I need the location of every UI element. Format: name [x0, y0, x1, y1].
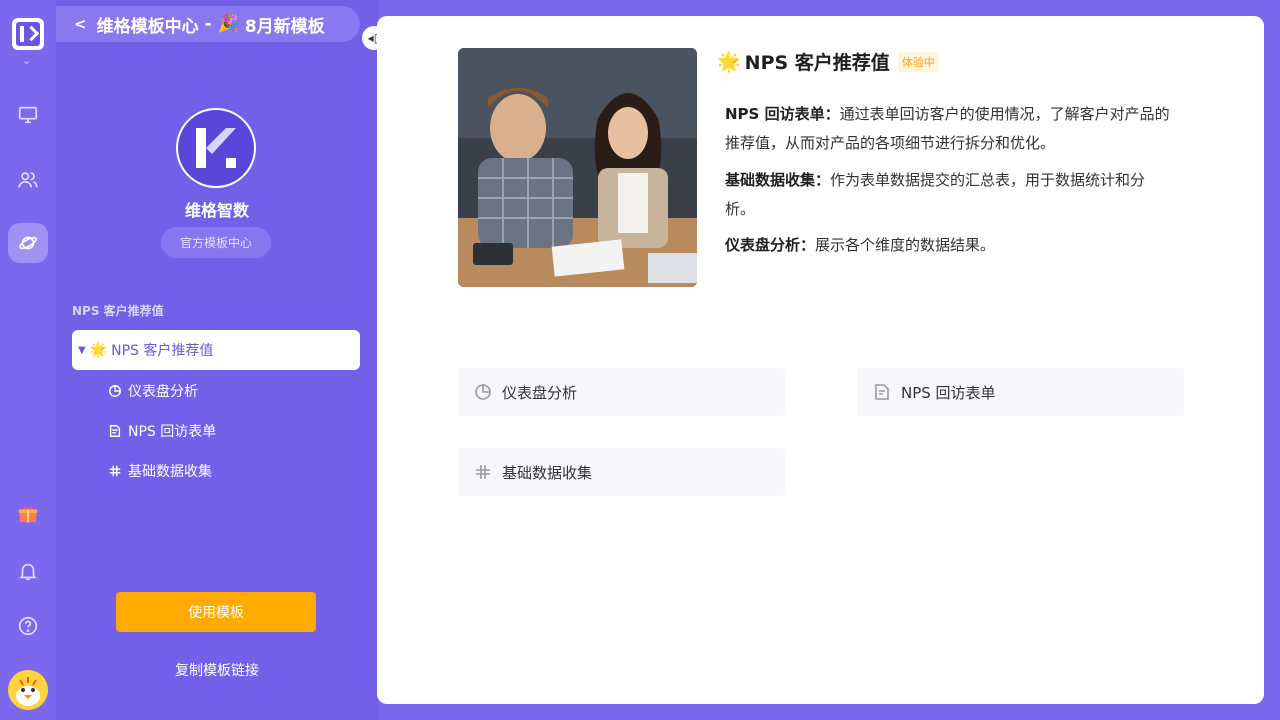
desc-label: 基础数据收集： [725, 171, 831, 189]
tile-grid[interactable]: 基础数据收集 [458, 448, 785, 496]
nav-item-grid[interactable]: 基础数据收集 [108, 461, 212, 481]
brand-tag: 官方模板中心 [161, 227, 271, 258]
gift-icon[interactable] [8, 494, 48, 534]
template-title-text: NPS 客户推荐值 [744, 52, 890, 74]
breadcrumb-title[interactable]: 维格模板中心 [97, 12, 199, 37]
app-logo[interactable] [12, 18, 44, 50]
bell-icon[interactable] [8, 551, 48, 591]
status-badge: 体验中 [897, 51, 939, 72]
desc-label: NPS 回访表单： [725, 105, 840, 123]
nav-item-label: 基础数据收集 [128, 464, 212, 480]
star-icon: 🌟 [89, 342, 108, 358]
breadcrumb-separator: - [204, 14, 212, 34]
pie-chart-icon [475, 384, 491, 400]
nav-tree-root-label: NPS 客户推荐值 [111, 343, 214, 359]
caret-down-icon[interactable]: ▼ [78, 345, 86, 356]
monitor-icon[interactable] [8, 95, 48, 135]
nav-section-title: NPS 客户推荐值 [72, 304, 164, 318]
nav-tree-root[interactable]: ▼ 🌟 NPS 客户推荐值 [72, 330, 360, 370]
nav-item-form[interactable]: NPS 回访表单 [108, 421, 216, 441]
tile-label: 基础数据收集 [502, 463, 593, 482]
party-popper-icon: 🎉 [217, 14, 239, 34]
back-icon[interactable]: < [74, 15, 87, 33]
help-icon[interactable] [8, 606, 48, 646]
nav-item-label: 仪表盘分析 [128, 384, 198, 400]
chevron-down-icon[interactable]: ⌄ [22, 54, 31, 67]
grid-icon [476, 465, 490, 479]
pie-chart-icon [109, 385, 121, 397]
breadcrumb: < 维格模板中心 - 🎉 8月新模板 [56, 6, 360, 42]
form-icon [109, 425, 121, 437]
tile-label: 仪表盘分析 [502, 383, 578, 402]
tile-label: NPS 回访表单 [901, 383, 996, 402]
planet-icon[interactable] [8, 223, 48, 263]
desc-text: 展示各个维度的数据结果。 [815, 236, 996, 254]
form-icon [875, 384, 889, 400]
template-detail-card: 🌟 NPS 客户推荐值 体验中 NPS 回访表单：通过表单回访客户的使用情况，了… [377, 16, 1264, 704]
use-template-button[interactable]: 使用模板 [116, 592, 316, 632]
copy-template-link[interactable]: 复制模板链接 [56, 660, 378, 680]
desc-paragraph: 仪表盘分析：展示各个维度的数据结果。 [725, 231, 1175, 260]
nav-item-label: NPS 回访表单 [128, 424, 217, 440]
grid-icon [109, 465, 121, 477]
template-cover-image [458, 48, 697, 287]
brand-name: 维格智数 [184, 201, 249, 220]
template-side-panel: < 维格模板中心 - 🎉 8月新模板 ◂▯ 维格智数 官方模板中心 NPS 客户… [56, 0, 386, 720]
tile-dashboard[interactable]: 仪表盘分析 [458, 368, 785, 416]
desc-label: 仪表盘分析： [725, 236, 816, 254]
template-title: 🌟 NPS 客户推荐值 体验中 [717, 48, 939, 75]
tile-form[interactable]: NPS 回访表单 [857, 368, 1184, 416]
brand-logo [176, 108, 256, 188]
desc-paragraph: 基础数据收集：作为表单数据提交的汇总表，用于数据统计和分析。 [725, 166, 1175, 224]
nav-item-dashboard[interactable]: 仪表盘分析 [108, 381, 198, 401]
breadcrumb-subtitle: 8月新模板 [244, 16, 325, 37]
icon-rail: ⌄ [0, 0, 56, 720]
star-icon: 🌟 [717, 51, 741, 73]
desc-paragraph: NPS 回访表单：通过表单回访客户的使用情况，了解客户对产品的推荐值，从而对产品… [725, 100, 1175, 158]
avatar[interactable] [8, 670, 48, 710]
users-icon[interactable] [8, 160, 48, 200]
